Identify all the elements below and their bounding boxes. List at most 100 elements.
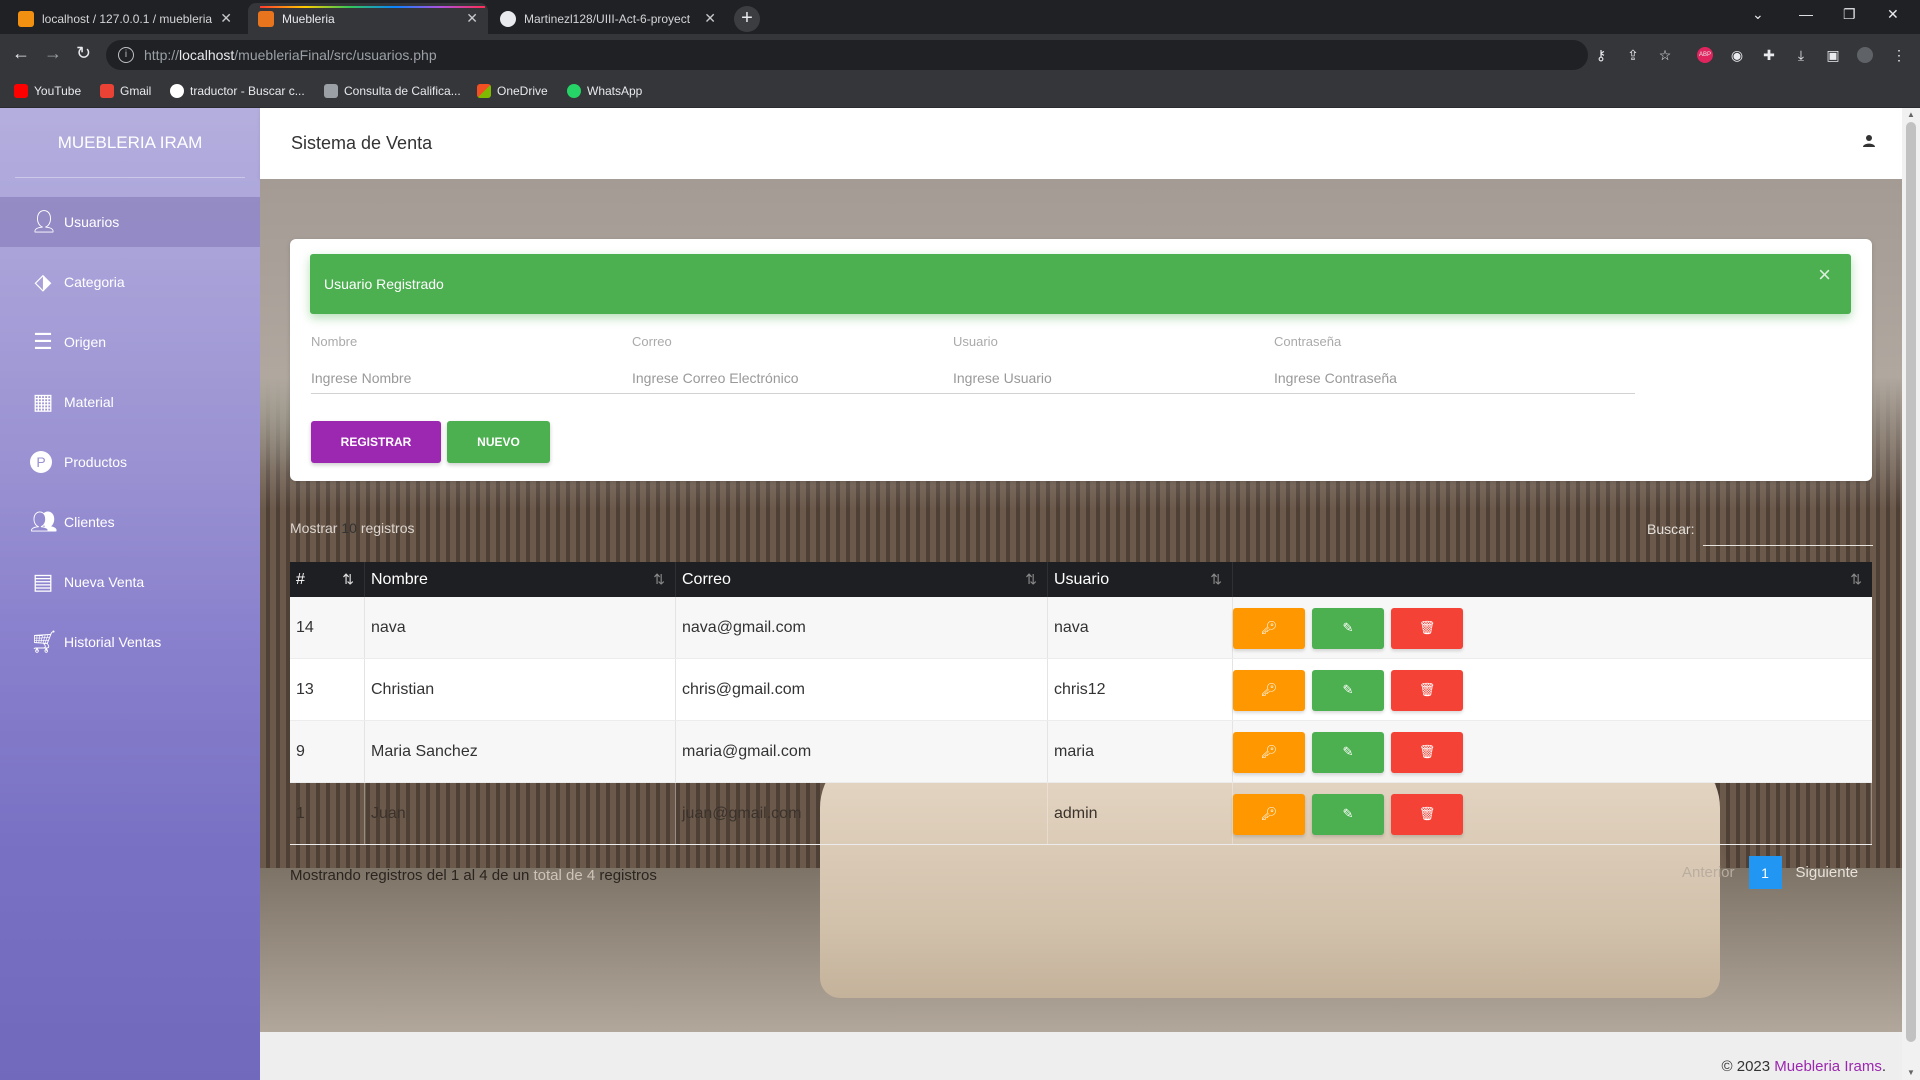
download-icon[interactable]: ⤓: [1793, 47, 1809, 63]
sidebar-item-clientes[interactable]: 👥︎ Clientes: [0, 497, 260, 547]
pagination-previous[interactable]: Anterior: [1682, 864, 1735, 881]
forward-icon[interactable]: →: [44, 43, 62, 63]
github-icon: [500, 10, 516, 27]
side-panel-icon[interactable]: ▣: [1825, 47, 1841, 63]
table-row: 9 Maria Sanchez maria@gmail.com maria 🔑︎…: [290, 721, 1872, 783]
footer-brand-link[interactable]: Muebleria Irams: [1774, 1058, 1882, 1075]
pagination-page-1[interactable]: 1: [1748, 856, 1782, 889]
trash-icon: 🗑︎: [1418, 806, 1436, 821]
restore-icon[interactable]: ❐: [1843, 6, 1856, 23]
user-menu-icon[interactable]: [1862, 134, 1876, 148]
bookmark-traductor[interactable]: traductor - Buscar c...: [170, 84, 305, 98]
nombre-field: Nombre Ingrese Nombre: [311, 334, 675, 394]
sidebar-item-origen[interactable]: ☰ Origen: [0, 317, 260, 367]
bookmark-onedrive[interactable]: OneDrive: [477, 84, 548, 98]
edit-button[interactable]: ✎: [1312, 731, 1384, 773]
correo-input[interactable]: Ingrese Correo Electrónico: [632, 370, 996, 394]
browser-tab-github[interactable]: Martinezl128/UIII-Act-6-proyect ✕: [490, 3, 726, 34]
browser-menu-icon[interactable]: ⋮: [1891, 47, 1907, 63]
nuevo-button[interactable]: NUEVO: [447, 421, 550, 463]
back-icon[interactable]: ←: [12, 43, 30, 63]
delete-button[interactable]: 🗑︎: [1391, 669, 1463, 711]
scroll-up-icon[interactable]: ▲: [1907, 110, 1915, 119]
length-select[interactable]: 10: [341, 520, 357, 536]
delete-button[interactable]: 🗑︎: [1391, 793, 1463, 835]
alert-close-icon[interactable]: ×: [1818, 262, 1831, 288]
microsoft-icon: [477, 84, 491, 98]
sidebar-item-material[interactable]: ▦ Material: [0, 377, 260, 427]
bookmark-gmail[interactable]: Gmail: [100, 84, 151, 98]
sidebar-item-nueva-venta[interactable]: ▤ Nueva Venta: [0, 557, 260, 607]
column-header-actions[interactable]: ⇅: [1233, 562, 1872, 597]
column-header-correo[interactable]: Correo ⇅: [676, 562, 1048, 597]
phpmyadmin-icon: [18, 10, 34, 27]
sidebar-item-usuarios[interactable]: 👤︎ Usuarios: [0, 197, 260, 247]
delete-button[interactable]: 🗑︎: [1391, 607, 1463, 649]
change-password-button[interactable]: 🔑︎: [1233, 669, 1305, 711]
user-icon: 👤︎: [30, 209, 58, 234]
cell-actions: 🔑︎ ✎ 🗑︎: [1233, 659, 1872, 721]
bookmark-youtube[interactable]: YouTube: [14, 84, 81, 98]
column-header-usuario[interactable]: Usuario ⇅: [1048, 562, 1233, 597]
pagination: Anterior 1 Siguiente: [1682, 856, 1858, 889]
search-input[interactable]: [1703, 545, 1873, 546]
reload-icon[interactable]: ↻: [76, 43, 91, 63]
page-scrollbar[interactable]: ▲ ▼: [1902, 108, 1920, 1080]
close-tab-icon[interactable]: ✕: [220, 10, 232, 27]
url-text: http://localhost/muebleriaFinal/src/usua…: [144, 47, 437, 63]
browser-tab-phpmyadmin[interactable]: localhost / 127.0.0.1 / muebleria ✕: [8, 3, 242, 34]
sidebar-item-historial-ventas[interactable]: 🛒︎ Historial Ventas: [0, 617, 260, 667]
sidebar-item-productos[interactable]: P Productos: [0, 437, 260, 487]
column-header-id[interactable]: # ⇅: [290, 562, 365, 597]
cell-usuario: maria: [1048, 721, 1233, 782]
profile-avatar[interactable]: [1857, 47, 1873, 63]
page-title[interactable]: Sistema de Venta: [291, 133, 432, 154]
scrollbar-thumb[interactable]: [1906, 122, 1916, 1042]
contrasena-field: Contraseña Ingrese Contraseña: [1274, 334, 1635, 394]
change-password-button[interactable]: 🔑︎: [1233, 793, 1305, 835]
registrar-button[interactable]: REGISTRAR: [311, 421, 441, 463]
delete-button[interactable]: 🗑︎: [1391, 731, 1463, 773]
sidebar-item-label: Material: [64, 394, 114, 410]
extension-bulb-icon[interactable]: ◉: [1729, 47, 1745, 63]
change-password-button[interactable]: 🔑︎: [1233, 607, 1305, 649]
nombre-input[interactable]: Ingrese Nombre: [311, 370, 675, 394]
site-info-icon[interactable]: i: [118, 47, 134, 63]
table-length-control[interactable]: Mostrar 10 registros: [290, 520, 415, 536]
cell-id: 9: [290, 721, 365, 782]
trash-icon: 🗑︎: [1418, 744, 1436, 759]
edit-button[interactable]: ✎: [1312, 793, 1384, 835]
sidebar-item-label: Categoria: [64, 274, 125, 290]
share-icon[interactable]: ⇪: [1625, 47, 1641, 63]
pagination-next[interactable]: Siguiente: [1796, 864, 1859, 881]
bookmark-whatsapp[interactable]: WhatsApp: [567, 84, 642, 98]
bookmark-consulta[interactable]: Consulta de Califica...: [324, 84, 461, 98]
tab-search-icon[interactable]: ⌄: [1752, 6, 1764, 23]
bookmark-star-icon[interactable]: ☆: [1657, 47, 1673, 63]
usuario-input[interactable]: Ingrese Usuario: [953, 370, 1317, 394]
sidebar-item-categoria[interactable]: ⬗ Categoria: [0, 257, 260, 307]
close-window-icon[interactable]: ✕: [1887, 6, 1899, 23]
password-key-icon[interactable]: ⚷: [1593, 47, 1609, 63]
sidebar-brand[interactable]: MUEBLERIA IRAM: [0, 133, 260, 153]
close-tab-icon[interactable]: ✕: [466, 10, 478, 27]
address-bar[interactable]: i http://localhost/muebleriaFinal/src/us…: [106, 40, 1588, 70]
close-tab-icon[interactable]: ✕: [704, 10, 716, 27]
new-tab-button[interactable]: +: [734, 6, 760, 32]
column-header-nombre[interactable]: Nombre ⇅: [365, 562, 676, 597]
scroll-down-icon[interactable]: ▼: [1907, 1068, 1915, 1077]
contrasena-input[interactable]: Ingrese Contraseña: [1274, 370, 1635, 394]
edit-button[interactable]: ✎: [1312, 669, 1384, 711]
extensions-puzzle-icon[interactable]: ✚: [1761, 47, 1777, 63]
change-password-button[interactable]: 🔑︎: [1233, 731, 1305, 773]
edit-button[interactable]: ✎: [1312, 607, 1384, 649]
cell-correo: juan@gmail.com: [676, 783, 1048, 844]
top-navbar: Sistema de Venta: [260, 108, 1902, 179]
table-row: 13 Christian chris@gmail.com chris12 🔑︎ …: [290, 659, 1872, 721]
cell-usuario: admin: [1048, 783, 1233, 844]
cell-nombre: Maria Sanchez: [365, 721, 676, 782]
gmail-icon: [100, 84, 114, 98]
key-icon: 🔑︎: [1260, 744, 1278, 759]
minimize-icon[interactable]: —: [1799, 6, 1813, 22]
adblock-icon[interactable]: ABP: [1697, 47, 1713, 63]
